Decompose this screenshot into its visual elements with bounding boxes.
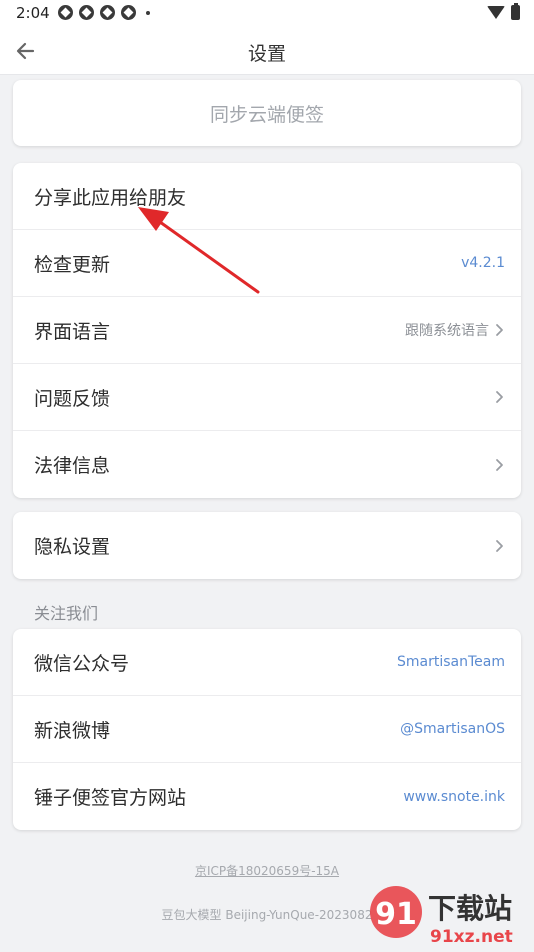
settings-group-privacy: 隐私设置 (13, 512, 521, 579)
row-label: 微信公众号 (34, 652, 130, 675)
watermark-logo: 91 下载站 91xz.net (360, 884, 530, 948)
weibo-row[interactable]: 新浪微博 @SmartisanOS (13, 696, 521, 763)
row-label: 问题反馈 (34, 387, 111, 410)
app-header: 设置 (0, 28, 534, 75)
settings-group-general: 分享此应用给朋友 检查更新 v4.2.1 界面语言 跟随系统语言 问题反馈 法律… (13, 163, 521, 498)
app-notification-icon (121, 5, 136, 20)
row-label: 界面语言 (34, 320, 111, 343)
row-label: 检查更新 (34, 253, 111, 276)
chevron-right-icon (496, 324, 503, 336)
app-notification-icon (79, 5, 94, 20)
page-title: 设置 (247, 43, 286, 65)
chevron-right-icon (496, 458, 503, 471)
watermark-graphic: 91 下载站 91xz.net (370, 886, 513, 947)
wifi-icon (487, 6, 505, 19)
watermark-text-2: 91xz.net (430, 927, 513, 947)
sync-card: 同步云端便签 (13, 80, 521, 146)
app-notification-icon (58, 5, 73, 20)
legal-info-row[interactable]: 法律信息 (13, 431, 521, 498)
interface-language-row[interactable]: 界面语言 跟随系统语言 (13, 297, 521, 364)
row-label: 锤子便签官方网站 (34, 787, 187, 809)
row-label: 法律信息 (34, 455, 111, 477)
system-icons (487, 3, 520, 20)
share-app-row[interactable]: 分享此应用给朋友 (13, 163, 521, 230)
battery-icon (511, 3, 520, 20)
icp-link[interactable]: 京ICP备18020659号-15A (0, 862, 534, 879)
version-value: v4.2.1 (461, 255, 505, 271)
sync-cloud-notes-button[interactable]: 同步云端便签 (13, 80, 521, 146)
chevron-right-icon (496, 391, 503, 403)
official-website-row[interactable]: 锤子便签官方网站 www.snote.ink (13, 763, 521, 830)
watermark-text-1: 下载站 (428, 892, 512, 925)
row-label: 新浪微博 (34, 719, 111, 742)
row-label: 隐私设置 (34, 536, 111, 558)
status-bar: 2:04 (0, 0, 534, 28)
status-time: 2:04 (16, 4, 50, 22)
wechat-value: SmartisanTeam (397, 654, 505, 670)
row-label: 分享此应用给朋友 (34, 186, 187, 209)
svg-text:91: 91 (375, 897, 417, 932)
check-update-row[interactable]: 检查更新 v4.2.1 (13, 230, 521, 297)
website-value: www.snote.ink (403, 788, 505, 805)
settings-group-follow: 微信公众号 SmartisanTeam 新浪微博 @SmartisanOS 锤子… (13, 629, 521, 830)
more-notifications-icon (146, 10, 150, 15)
privacy-settings-row[interactable]: 隐私设置 (13, 512, 521, 579)
app-notification-icon (100, 5, 115, 20)
notification-icons (58, 5, 150, 20)
language-value: 跟随系统语言 (405, 323, 489, 339)
follow-us-section-title: 关注我们 (34, 604, 99, 623)
wechat-row[interactable]: 微信公众号 SmartisanTeam (13, 629, 521, 696)
feedback-row[interactable]: 问题反馈 (13, 364, 521, 431)
weibo-value: @SmartisanOS (400, 721, 505, 737)
chevron-right-icon (496, 539, 503, 552)
